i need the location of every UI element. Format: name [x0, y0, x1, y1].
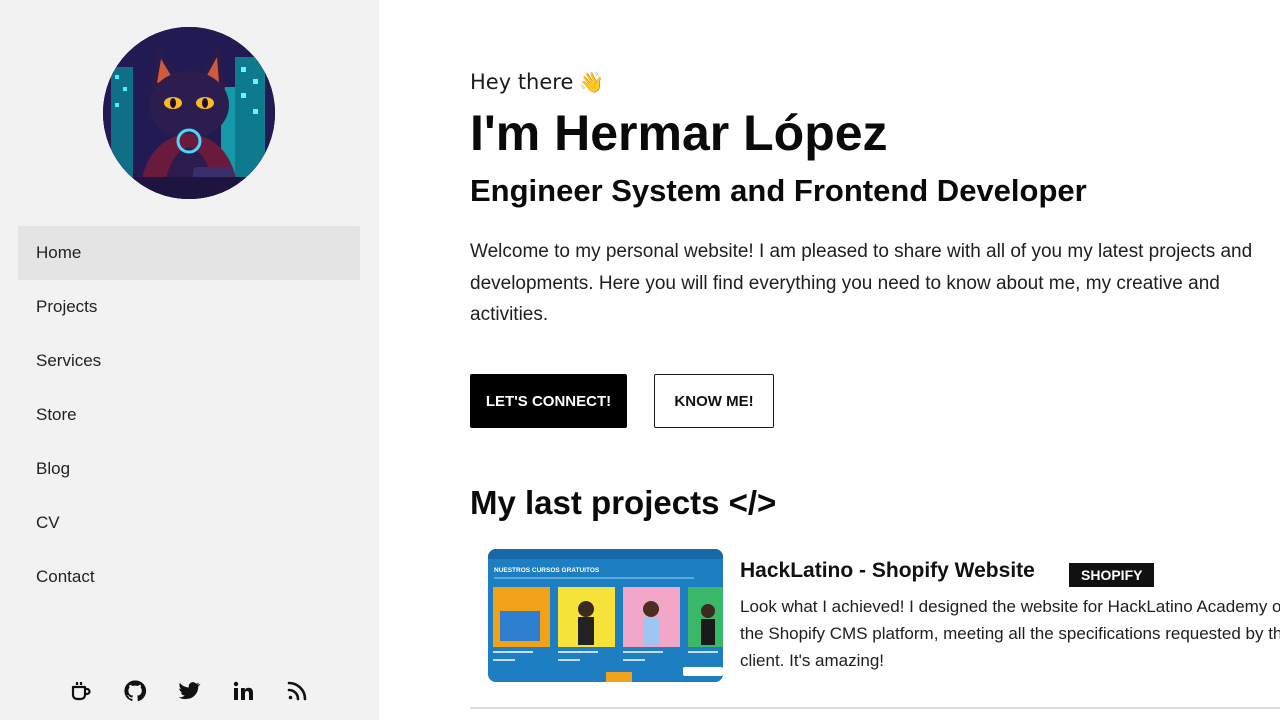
- sidebar-item-cv[interactable]: CV: [18, 496, 360, 550]
- linkedin-icon[interactable]: [229, 677, 256, 704]
- sidebar-item-contact[interactable]: Contact: [18, 550, 360, 604]
- greeting: Hey there 👋: [470, 70, 604, 94]
- intro-text: Welcome to my personal website! I am ple…: [470, 241, 1253, 325]
- main-content: Hey there 👋 I'm Hermar López Engineer Sys…: [470, 0, 1280, 720]
- sidebar-item-label: Projects: [36, 297, 98, 316]
- sidebar-item-label: Contact: [36, 567, 95, 586]
- thumbnail-heading: NUESTROS CURSOS GRATUITOS: [494, 567, 600, 574]
- sidebar: Home Projects Services Store Blog CV Con…: [0, 0, 379, 720]
- cat-avatar-image: [103, 27, 275, 199]
- project-tag-badge: SHOPIFY: [1069, 563, 1155, 587]
- sidebar-item-projects[interactable]: Projects: [18, 280, 360, 334]
- project-card[interactable]: NUESTROS CURSOS GRATUITOS HackLatino - S…: [488, 549, 1280, 683]
- project-thumbnail[interactable]: NUESTROS CURSOS GRATUITOS: [488, 549, 723, 682]
- twitter-icon[interactable]: [175, 677, 202, 704]
- know-me-button[interactable]: KNOW ME!: [654, 374, 774, 428]
- sidebar-item-home[interactable]: Home: [18, 226, 360, 280]
- role-subtitle: Engineer System and Frontend Developer: [470, 173, 1087, 208]
- social-links: [67, 677, 313, 707]
- divider: [470, 707, 1280, 709]
- sidebar-item-label: Services: [36, 351, 102, 370]
- waving-hand-icon: 👋: [579, 70, 605, 94]
- sidebar-nav: Home Projects Services Store Blog CV Con…: [18, 226, 360, 604]
- sidebar-item-services[interactable]: Services: [18, 334, 360, 388]
- sidebar-item-store[interactable]: Store: [18, 388, 360, 442]
- sidebar-item-blog[interactable]: Blog: [18, 442, 360, 496]
- project-title[interactable]: HackLatino - Shopify Website: [740, 559, 1035, 583]
- github-icon[interactable]: [121, 677, 148, 704]
- projects-section-title: My last projects </>: [470, 484, 777, 521]
- sidebar-item-label: Blog: [36, 459, 71, 478]
- page-title: I'm Hermar López: [470, 105, 888, 161]
- sidebar-item-label: Store: [36, 405, 77, 424]
- lets-connect-button[interactable]: LET'S CONNECT!: [470, 374, 627, 428]
- avatar[interactable]: [103, 27, 275, 199]
- project-description: Look what I achieved! I designed the web…: [740, 597, 1280, 670]
- coffee-cup-icon[interactable]: [67, 677, 94, 704]
- greeting-text: Hey there: [470, 70, 574, 94]
- rss-icon[interactable]: [283, 677, 310, 704]
- sidebar-item-label: CV: [36, 513, 60, 532]
- sidebar-item-label: Home: [36, 243, 82, 262]
